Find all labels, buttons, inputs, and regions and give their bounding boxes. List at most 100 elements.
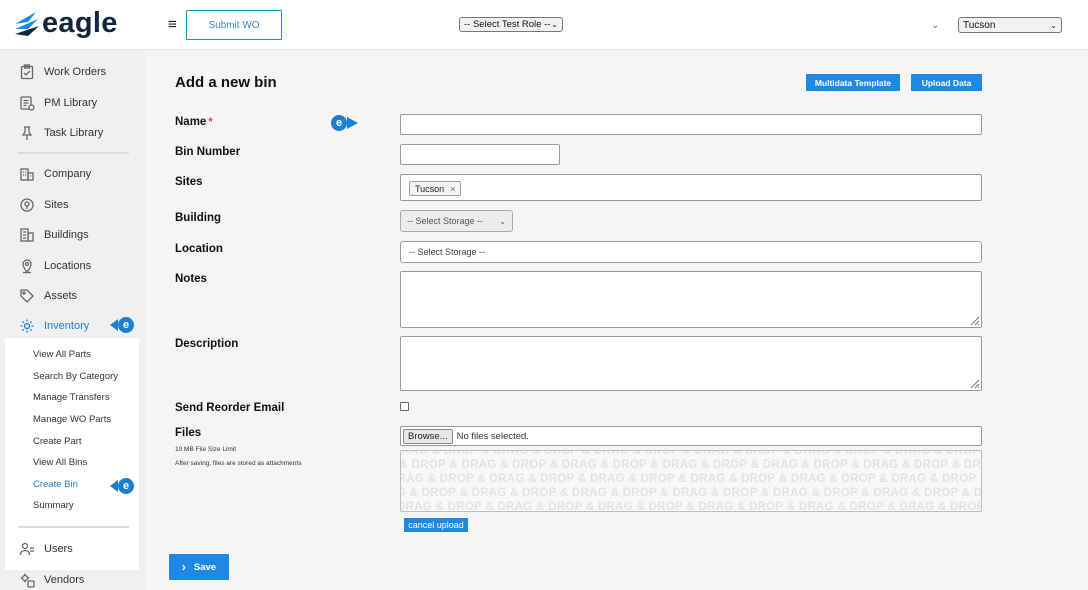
- description-textarea[interactable]: [400, 336, 982, 391]
- cancel-upload-button[interactable]: cancel upload: [404, 518, 468, 532]
- sidebar-item-label: Users: [44, 542, 73, 555]
- gear-icon: [18, 317, 35, 334]
- name-label-text: Name: [175, 116, 207, 128]
- e-icon: e: [331, 115, 347, 131]
- building-label: Building: [175, 212, 221, 224]
- main-content: Add a new bin Multidata Template Upload …: [145, 50, 1088, 590]
- send-reorder-email-label: Send Reorder Email: [175, 402, 285, 414]
- building-select[interactable]: -- Select Storage -- ⌄: [400, 210, 513, 232]
- pushpin-icon: [18, 124, 35, 141]
- attachments-note: After saving, files are stored as attach…: [175, 460, 302, 467]
- resize-grip-icon[interactable]: [968, 377, 980, 389]
- test-role-select-value: -- Select Test Role --: [464, 19, 551, 30]
- no-files-text: No files selected.: [456, 430, 529, 442]
- sidebar-item-label: Company: [44, 167, 92, 180]
- eagle-helper-badge[interactable]: e: [331, 115, 358, 131]
- badge-pointer: [347, 117, 358, 129]
- building-icon: [18, 165, 35, 182]
- required-asterisk: *: [208, 116, 213, 128]
- multidata-template-button[interactable]: Multidata Template: [806, 74, 900, 91]
- sidebar-item-task-library[interactable]: Task Library: [18, 124, 103, 141]
- remove-tag-icon[interactable]: ×: [450, 184, 455, 194]
- chevron-right-icon: ›: [181, 560, 186, 574]
- hamburger-icon[interactable]: ≡: [168, 17, 177, 32]
- resize-grip-icon[interactable]: [968, 314, 980, 326]
- dropzone-text: DRAG & DROP & DRAG & DROP & DRAG & DROP …: [401, 473, 981, 485]
- sidebar-item-company[interactable]: Company: [18, 165, 91, 182]
- test-role-select[interactable]: -- Select Test Role -- ⌄: [459, 17, 563, 32]
- location-field-select-value: -- Select Storage --: [409, 247, 486, 257]
- submenu-manage-wo-parts[interactable]: Manage WO Parts: [33, 414, 111, 425]
- description-label: Description: [175, 338, 239, 350]
- sidebar-item-label: Assets: [44, 289, 78, 302]
- tag-icon: [18, 287, 35, 304]
- sidebar-divider: [18, 152, 129, 154]
- sidebar-item-pm-library[interactable]: PM Library: [18, 94, 97, 111]
- file-dropzone[interactable]: DRAG & DROP & DRAG & DROP & DRAG & DROP …: [400, 450, 982, 512]
- sidebar: Work Orders PM Library Task Library Comp…: [0, 50, 145, 590]
- bin-number-label: Bin Number: [175, 146, 241, 158]
- location-select[interactable]: Tucson ⌄: [958, 17, 1062, 33]
- e-icon: e: [118, 478, 134, 494]
- sidebar-item-users[interactable]: Users: [18, 540, 73, 557]
- submit-wo-button[interactable]: Submit WO: [186, 10, 282, 40]
- files-label: Files: [175, 427, 202, 439]
- dropzone-text: DRAG & DROP & DRAG & DROP & DRAG & DROP …: [400, 501, 982, 512]
- badge-pointer: [110, 319, 118, 331]
- sites-multiselect[interactable]: Tucson ×: [400, 174, 982, 201]
- vendors-icon: [18, 571, 35, 588]
- sidebar-item-locations[interactable]: Locations: [18, 257, 91, 274]
- sites-label: Sites: [175, 176, 203, 188]
- file-input[interactable]: Browse... No files selected.: [400, 426, 982, 446]
- sidebar-item-label: Vendors: [44, 573, 85, 586]
- chevron-down-icon: ⌄: [1050, 20, 1057, 30]
- eagle-logo[interactable]: eagle: [14, 7, 118, 40]
- map-pin-icon: [18, 196, 35, 213]
- site-tag: Tucson ×: [409, 181, 462, 196]
- sidebar-item-work-orders[interactable]: Work Orders: [18, 63, 106, 80]
- sidebar-item-label: Locations: [44, 259, 92, 272]
- location-icon: [18, 257, 35, 274]
- sidebar-item-label: Task Library: [44, 126, 104, 139]
- chevron-down-icon: ⌄: [499, 216, 506, 226]
- submenu-view-all-parts[interactable]: View All Parts: [33, 349, 91, 360]
- sidebar-item-inventory[interactable]: Inventory: [18, 317, 89, 334]
- sidebar-item-label: Sites: [44, 198, 69, 211]
- dropzone-text: DRAG & DROP & DRAG & DROP & DRAG & DROP …: [401, 450, 981, 457]
- sidebar-item-assets[interactable]: Assets: [18, 287, 77, 304]
- submenu-view-all-bins[interactable]: View All Bins: [33, 457, 87, 468]
- location-field-select[interactable]: -- Select Storage --: [400, 241, 982, 263]
- clipboard-check-icon: [18, 63, 35, 80]
- sidebar-item-sites[interactable]: Sites: [18, 196, 68, 213]
- save-button-label: Save: [193, 561, 217, 573]
- sidebar-item-vendors[interactable]: Vendors: [18, 571, 84, 588]
- building-select-value: -- Select Storage --: [407, 216, 484, 226]
- bin-number-input[interactable]: [400, 144, 560, 165]
- submenu-summary[interactable]: Summary: [33, 500, 74, 511]
- upload-data-button[interactable]: Upload Data: [911, 74, 982, 91]
- site-tag-label: Tucson: [415, 183, 445, 194]
- dropzone-text: DRAG & DROP & DRAG & DROP & DRAG & DROP …: [401, 487, 982, 499]
- submenu-search-by-category[interactable]: Search By Category: [33, 371, 118, 382]
- app-root: eagle ≡ Submit WO -- Select Test Role --…: [0, 0, 1088, 590]
- send-reorder-email-checkbox[interactable]: [400, 402, 409, 411]
- eagle-helper-badge[interactable]: e: [110, 478, 134, 494]
- save-button[interactable]: › Save: [169, 554, 229, 580]
- user-menu-chevron-icon[interactable]: ⌄: [931, 20, 939, 31]
- sidebar-item-buildings[interactable]: Buildings: [18, 226, 89, 243]
- dropzone-text: DRAG & DROP & DRAG & DROP & DRAG & DROP …: [400, 459, 982, 471]
- submenu-manage-transfers[interactable]: Manage Transfers: [33, 392, 110, 403]
- browse-button[interactable]: Browse...: [403, 428, 453, 444]
- name-label: Name *: [175, 116, 213, 128]
- logo-text: eagle: [42, 7, 118, 39]
- submenu-create-part[interactable]: Create Part: [33, 436, 82, 447]
- name-input[interactable]: [400, 114, 982, 135]
- location-select-value: Tucson: [963, 19, 996, 31]
- sidebar-divider: [18, 526, 129, 528]
- chevron-down-icon: ⌄: [551, 20, 558, 29]
- buildings-icon: [18, 226, 35, 243]
- notes-textarea[interactable]: [400, 271, 982, 328]
- eagle-helper-badge[interactable]: e: [110, 317, 134, 333]
- submenu-create-bin[interactable]: Create Bin: [33, 479, 78, 490]
- sidebar-item-label: Inventory: [44, 319, 90, 332]
